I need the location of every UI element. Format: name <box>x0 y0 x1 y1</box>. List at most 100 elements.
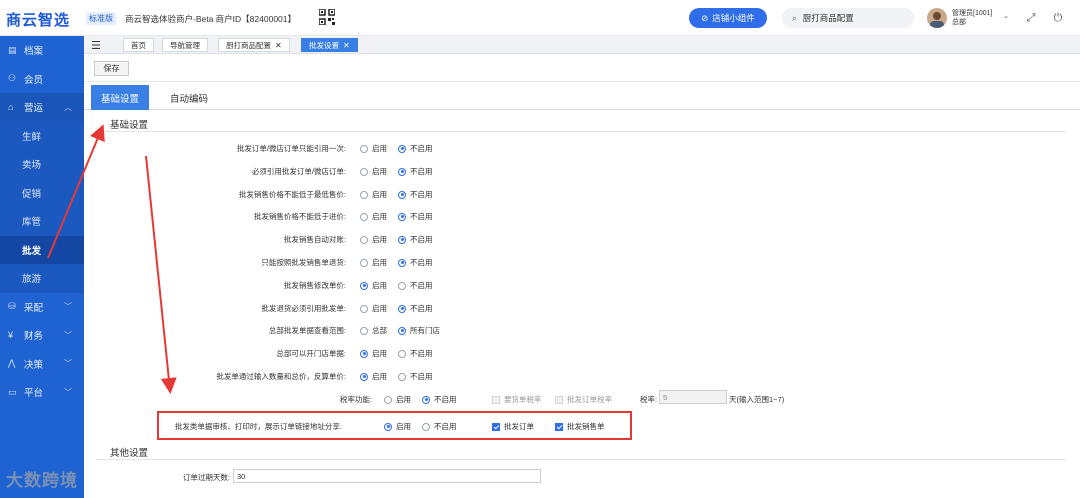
sidebar-sub-travel[interactable]: 旅游 <box>0 264 84 293</box>
tab-kitchen-print[interactable]: 厨打商品配置 ✕ <box>218 38 290 52</box>
setting-label: 只能按照批发销售单退货: <box>261 258 346 267</box>
radio-button[interactable] <box>398 167 406 176</box>
user-info[interactable]: 管理员[1001] 总部 <box>952 9 992 27</box>
radio-label: 不启用 <box>410 212 433 221</box>
radio-button[interactable] <box>398 144 406 153</box>
sidebar-sub-inventory[interactable]: 库管 <box>0 207 84 236</box>
tab-basic-settings[interactable]: 基础设置 <box>91 85 150 110</box>
sidebar-item-operations[interactable]: ⌂ 营运 ︿ <box>0 93 84 122</box>
radio-button[interactable] <box>398 281 406 290</box>
setting-label: 批发销售自动对账: <box>283 235 346 244</box>
search-box[interactable]: ⌕ 厨打商品配置 <box>782 8 914 28</box>
radio-button[interactable] <box>360 167 368 176</box>
sidebar-item-decision[interactable]: ⋀ 决策 ﹀ <box>0 350 84 379</box>
radio-button[interactable] <box>360 144 368 153</box>
share-enable-radio[interactable]: 启用 <box>384 421 411 432</box>
radio-button[interactable] <box>422 395 430 404</box>
radio-button[interactable] <box>398 190 406 199</box>
radio-button[interactable] <box>384 395 392 404</box>
tax-disable-radio[interactable]: 不启用 <box>422 394 457 405</box>
setting-enable-radio[interactable]: 启用 <box>360 303 387 314</box>
store-widget-button[interactable]: ⊘ 店铺小组件 <box>689 8 767 28</box>
tax-rate-input: 5 <box>659 390 727 404</box>
radio-button[interactable] <box>398 212 406 221</box>
tab-wholesale-settings[interactable]: 批发设置 ✕ <box>301 38 358 52</box>
avatar[interactable] <box>927 8 947 28</box>
setting-enable-radio[interactable]: 启用 <box>360 371 387 382</box>
radio-button[interactable] <box>398 235 406 244</box>
tax-enable-radio[interactable]: 启用 <box>384 394 411 405</box>
sidebar-item-archive[interactable]: ▤ 档案 <box>0 36 84 65</box>
power-icon[interactable]: ⏻ <box>1051 11 1065 25</box>
radio-button[interactable] <box>398 372 406 381</box>
setting-enable-radio[interactable]: 启用 <box>360 280 387 291</box>
sidebar-item-purchase[interactable]: ⛁ 采配 ﹀ <box>0 293 84 322</box>
radio-button[interactable] <box>398 258 406 267</box>
setting-enable-radio[interactable]: 启用 <box>360 143 387 154</box>
radio-label: 启用 <box>372 258 387 267</box>
setting-enable-radio[interactable]: 启用 <box>360 166 387 177</box>
setting-label: 批发销售价格不能低于进价: <box>253 212 346 221</box>
setting-enable-radio[interactable]: 启用 <box>360 189 387 200</box>
setting-disable-radio[interactable]: 不启用 <box>398 348 433 359</box>
setting-enable-radio[interactable]: 启用 <box>360 234 387 245</box>
radio-button[interactable] <box>398 326 406 335</box>
setting-disable-radio[interactable]: 不启用 <box>398 371 433 382</box>
share-disable-radio[interactable]: 不启用 <box>422 421 457 432</box>
chevron-down-icon[interactable]: ⌄ <box>999 10 1013 24</box>
divider <box>96 459 1066 460</box>
setting-disable-radio[interactable]: 不启用 <box>398 166 433 177</box>
setting-all_stores-radio[interactable]: 所有门店 <box>398 325 440 336</box>
radio-button[interactable] <box>360 212 368 221</box>
tab-auto-coding[interactable]: 自动编码 <box>160 85 218 110</box>
setting-disable-radio[interactable]: 不启用 <box>398 211 433 222</box>
close-icon[interactable]: ✕ <box>275 41 282 50</box>
setting-disable-radio[interactable]: 不启用 <box>398 303 433 314</box>
share-check-wholesale-sale[interactable]: 批发销售单 <box>555 421 605 432</box>
setting-enable-radio[interactable]: 启用 <box>360 211 387 222</box>
radio-button[interactable] <box>360 349 368 358</box>
checkbox[interactable] <box>555 422 563 431</box>
radio-button[interactable] <box>360 372 368 381</box>
save-button[interactable]: 保存 <box>94 61 129 76</box>
qr-code-icon[interactable] <box>319 9 335 25</box>
radio-button[interactable] <box>360 258 368 267</box>
group-title-basic: 基础设置 <box>110 120 149 131</box>
radio-button[interactable] <box>360 326 368 335</box>
radio-label: 不启用 <box>410 235 433 244</box>
tab-navigation[interactable]: 导航管理 <box>162 38 208 52</box>
sidebar-item-finance[interactable]: ¥ 财务 ﹀ <box>0 321 84 350</box>
sidebar-sub-store[interactable]: 卖场 <box>0 150 84 179</box>
radio-button[interactable] <box>422 422 430 431</box>
radio-button[interactable] <box>360 281 368 290</box>
setting-disable-radio[interactable]: 不启用 <box>398 280 433 291</box>
radio-button[interactable] <box>384 422 392 431</box>
member-icon: ⚇ <box>8 73 17 84</box>
sidebar-sub-fresh[interactable]: 生鲜 <box>0 121 84 150</box>
menu-toggle-icon[interactable]: ☰ <box>91 39 101 52</box>
expire-days-input[interactable]: 30 <box>233 469 541 483</box>
radio-button[interactable] <box>360 190 368 199</box>
sidebar-sub-promotion[interactable]: 促销 <box>0 178 84 207</box>
divider <box>96 131 1066 132</box>
setting-enable-radio[interactable]: 启用 <box>360 257 387 268</box>
radio-button[interactable] <box>398 304 406 313</box>
radio-button[interactable] <box>398 349 406 358</box>
setting-disable-radio[interactable]: 不启用 <box>398 257 433 268</box>
fullscreen-icon[interactable]: ⤢ <box>1024 11 1038 25</box>
setting-enable-radio[interactable]: 启用 <box>360 348 387 359</box>
close-icon[interactable]: ✕ <box>343 41 350 50</box>
setting-hq-radio[interactable]: 总部 <box>360 325 387 336</box>
setting-disable-radio[interactable]: 不启用 <box>398 234 433 245</box>
setting-disable-radio[interactable]: 不启用 <box>398 189 433 200</box>
merchant-info: 商云智选体验商户-Beta 商户ID【82400001】 <box>125 14 296 24</box>
radio-button[interactable] <box>360 304 368 313</box>
sidebar-sub-wholesale[interactable]: 批发 <box>0 235 84 264</box>
sidebar-item-member[interactable]: ⚇ 会员 <box>0 65 84 94</box>
checkbox[interactable] <box>492 422 500 431</box>
share-check-wholesale-order[interactable]: 批发订单 <box>492 421 534 432</box>
tab-home[interactable]: 首页 <box>123 38 154 52</box>
sidebar-item-platform[interactable]: ▭ 平台 ﹀ <box>0 378 84 407</box>
setting-disable-radio[interactable]: 不启用 <box>398 143 433 154</box>
radio-button[interactable] <box>360 235 368 244</box>
